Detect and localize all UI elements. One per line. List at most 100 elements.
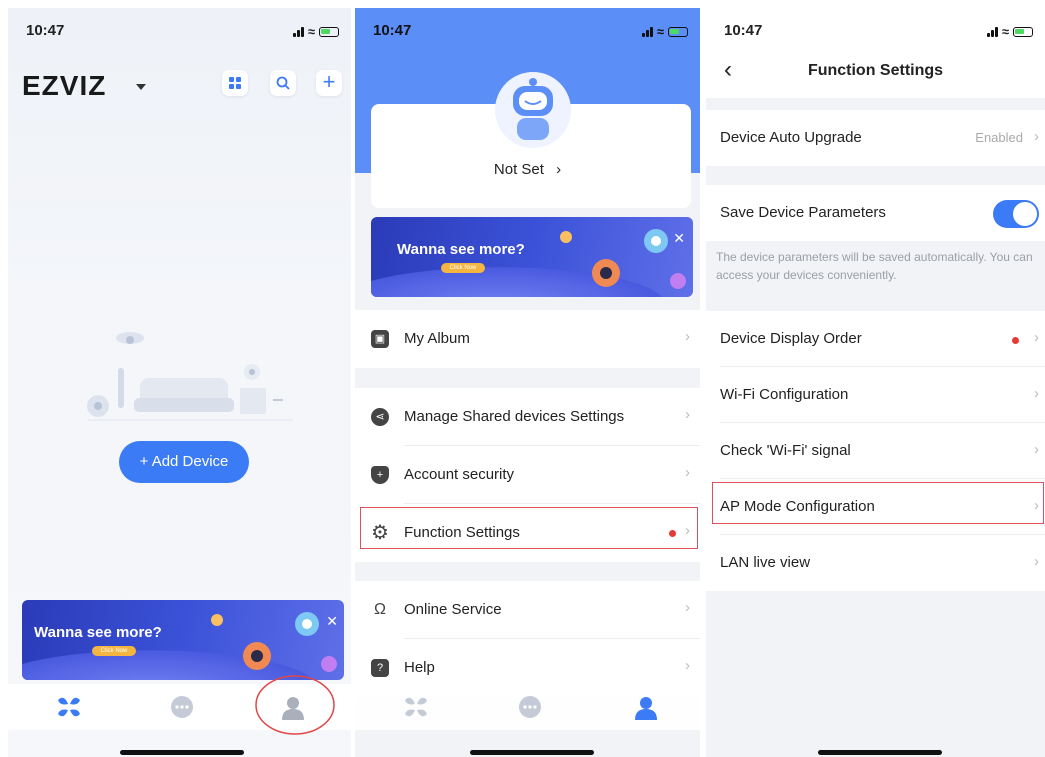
shield-icon: + [371,466,389,484]
highlight-circle [255,675,335,735]
close-icon[interactable]: ✕ [673,231,685,245]
tab-bar [355,684,700,730]
plus-icon: + [322,69,336,94]
chevron-right-icon: › [1034,128,1039,145]
home-indicator [470,750,594,755]
settings-group-device: Device Display Order › Wi-Fi Configurati… [706,311,1045,591]
setting-label: Wi-Fi Configuration [720,386,849,403]
space-decoration-icon [560,229,686,289]
setting-auto-upgrade[interactable]: Device Auto Upgrade Enabled › [706,110,1045,166]
setting-wifi-config[interactable]: Wi-Fi Configuration › [706,367,1045,423]
battery-icon [668,26,688,37]
save-params-hint: The device parameters will be saved auto… [716,250,1033,282]
banner-headline: Wanna see more? [397,241,525,258]
home-icon[interactable] [56,696,82,718]
settings-group-upgrade: Device Auto Upgrade Enabled › [706,110,1045,166]
chevron-right-icon: › [1034,441,1039,458]
status-bar: 10:47 ≈ [8,22,351,44]
setting-label: LAN live view [720,554,811,571]
message-icon[interactable] [169,695,195,719]
profile-screen: 10:47 ≈ Not Set › Wanna see more? Click … [355,8,700,757]
page-title: Function Settings [807,62,944,79]
home-screen: 10:47 ≈ EZVIZ + + Add Device Wanna see m… [8,8,351,757]
robot-avatar-icon [513,78,553,140]
battery-icon [319,26,339,37]
grid-view-button[interactable] [222,70,248,96]
chevron-right-icon: › [685,657,690,674]
promo-banner[interactable]: Wanna see more? Click Now ✕ [371,217,693,297]
status-bar: 10:47 ≈ [355,22,700,44]
add-button[interactable]: + [316,70,342,96]
highlight-box [360,507,698,549]
status-bar: 10:47 ≈ [706,22,1045,44]
setting-wifi-signal[interactable]: Check 'Wi-Fi' signal › [706,423,1045,479]
signal-icon [292,26,304,37]
battery-icon [1013,26,1033,37]
menu-item-online-service[interactable]: Ω Online Service › [355,581,700,639]
setting-display-order[interactable]: Device Display Order › [706,311,1045,367]
setting-label: Device Auto Upgrade [720,129,862,146]
banner-cta-button[interactable]: Click Now [441,263,485,273]
status-icons: ≈ [292,24,339,39]
chevron-right-icon: › [685,328,690,345]
setting-value: Enabled [975,130,1023,145]
chevron-right-icon: › [685,406,690,423]
chevron-right-icon: › [556,161,562,178]
profile-icon[interactable] [635,696,657,720]
menu-item-my-album[interactable]: ▣ My Album › [355,310,700,368]
setting-label: Save Device Parameters [720,204,886,221]
menu-item-label: Account security [404,466,515,483]
function-settings-screen: 10:47 ≈ ‹ Function Settings Device Auto … [706,8,1045,757]
chevron-right-icon: › [685,599,690,616]
search-icon [276,76,290,90]
menu-item-label: Help [404,659,435,676]
promo-banner[interactable]: Wanna see more? Click Now ✕ [22,600,344,680]
setting-save-params: Save Device Parameters [706,185,1045,241]
signal-icon [986,26,998,37]
chevron-right-icon: › [1034,329,1039,346]
setting-label: Device Display Order [720,330,862,347]
status-icons: ≈ [986,24,1033,39]
home-indicator [818,750,942,755]
wifi-icon: ≈ [1001,24,1009,39]
menu-item-account-security[interactable]: + Account security › [355,446,700,504]
profile-name-link[interactable]: Not Set › [355,161,700,178]
home-icon[interactable] [403,696,429,718]
search-button[interactable] [270,70,296,96]
chevron-right-icon: › [1034,553,1039,570]
wifi-icon: ≈ [307,24,315,39]
notification-dot [1012,337,1019,344]
profile-name: Not Set [493,161,544,178]
banner-cta-button[interactable]: Click Now [92,646,136,656]
setting-lan-live-view[interactable]: LAN live view › [706,535,1045,591]
signal-icon [641,26,653,37]
message-icon[interactable] [517,695,543,719]
space-decoration-icon [211,612,337,672]
nav-bar: ‹ Function Settings [706,52,1045,98]
avatar[interactable] [495,72,571,148]
photo-album-icon: ▣ [371,330,389,348]
status-icons: ≈ [641,24,688,39]
chevron-right-icon: › [1034,385,1039,402]
grid-icon [229,77,241,89]
highlight-box [712,482,1044,524]
menu-item-shared-devices[interactable]: ⋖ Manage Shared devices Settings › [355,388,700,446]
home-indicator [120,750,244,755]
status-time: 10:47 [26,22,65,39]
menu-group-support: Ω Online Service › ? Help › [355,581,700,697]
add-device-button[interactable]: + Add Device [119,441,249,483]
headset-icon: Ω [374,601,386,618]
status-time: 10:47 [724,22,763,39]
wifi-icon: ≈ [656,24,664,39]
menu-item-label: My Album [404,330,470,347]
chevron-right-icon: › [685,464,690,481]
save-params-toggle[interactable] [993,200,1039,228]
tab-bar [8,675,351,735]
share-icon: ⋖ [371,408,389,426]
chevron-down-icon[interactable] [136,84,146,90]
close-icon[interactable]: ✕ [326,614,338,628]
banner-headline: Wanna see more? [34,624,162,641]
help-icon: ? [371,659,389,677]
app-logo[interactable]: EZVIZ [22,70,106,102]
empty-devices-illustration [87,332,293,421]
